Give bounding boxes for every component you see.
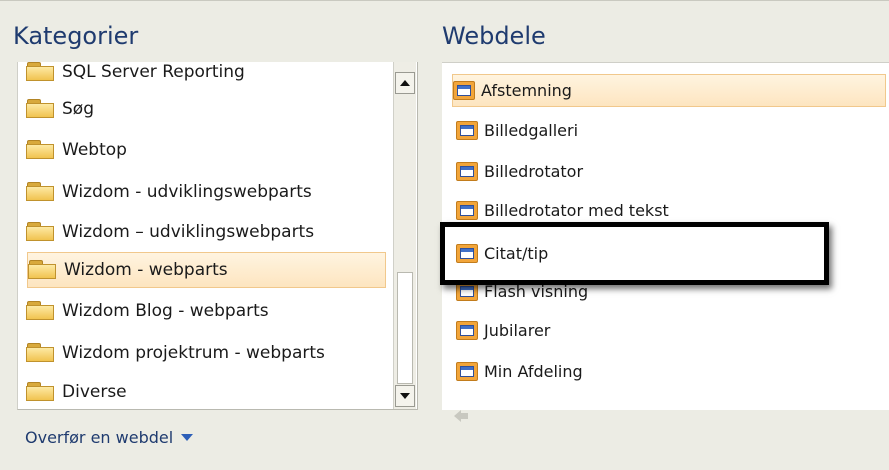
category-label: Wizdom Blog - webparts	[62, 301, 269, 321]
category-label: Søg	[62, 99, 94, 119]
webpart-item-afstemning[interactable]: Afstemning	[452, 74, 886, 107]
caret-down-icon	[181, 434, 194, 441]
webparts-title: Webdele	[442, 22, 546, 50]
folder-icon	[26, 301, 55, 321]
category-item-wizdom-udviklingswebparts-2[interactable]: Wizdom – udviklingswebparts	[26, 214, 382, 250]
category-item-diverse[interactable]: Diverse	[26, 374, 382, 409]
category-label: Wizdom – udviklingswebparts	[62, 222, 315, 242]
webpart-label: Afstemning	[481, 81, 572, 100]
folder-icon	[26, 140, 55, 160]
webpart-item-jubilarer[interactable]: Jubilarer	[456, 314, 886, 347]
arrow-down-icon	[400, 393, 410, 399]
scroll-up-button[interactable]	[395, 72, 415, 94]
webpart-icon	[453, 81, 475, 100]
categories-title: Kategorier	[13, 22, 139, 50]
category-label: SQL Server Reporting	[62, 62, 245, 82]
webpart-icon	[456, 362, 478, 381]
top-divider	[0, 0, 889, 1]
folder-icon	[28, 260, 57, 280]
category-label: Webtop	[62, 140, 127, 160]
webpart-label: Billedrotator med tekst	[484, 201, 669, 220]
arrow-up-icon	[400, 80, 410, 86]
webpart-label: Billedrotator	[484, 162, 584, 181]
webpart-icon	[456, 162, 478, 181]
transfer-webpart-label: Overfør en webdel	[25, 428, 174, 447]
webpart-icon	[456, 321, 478, 340]
categories-scrollbar[interactable]	[393, 62, 416, 409]
category-label: Wizdom - webparts	[64, 260, 228, 280]
folder-icon	[26, 382, 55, 402]
webpart-label: Billedgalleri	[484, 121, 579, 140]
scroll-thumb[interactable]	[397, 272, 413, 384]
webpart-label: Jubilarer	[484, 321, 551, 340]
categories-list[interactable]: SQL Server Reporting Søg Webtop Wizdom -…	[17, 62, 418, 410]
category-item-wizdom-udviklingswebparts-1[interactable]: Wizdom - udviklingswebparts	[26, 174, 382, 210]
transfer-webpart-link[interactable]: Overfør en webdel	[25, 428, 194, 447]
category-label: Diverse	[62, 382, 127, 402]
highlight-annotation-box	[440, 222, 829, 285]
category-item-sql-server-reporting[interactable]: SQL Server Reporting	[26, 62, 382, 90]
webpart-icon	[456, 121, 478, 140]
webpart-item-billedrotator[interactable]: Billedrotator	[456, 155, 886, 188]
category-item-wizdom-webparts[interactable]: Wizdom - webparts	[27, 252, 386, 288]
category-item-sog[interactable]: Søg	[26, 91, 382, 127]
folder-icon	[26, 62, 55, 82]
arrow-left-icon[interactable]	[453, 409, 469, 423]
webpart-icon	[456, 201, 478, 220]
category-label: Wizdom - udviklingswebparts	[62, 182, 312, 202]
folder-icon	[26, 99, 55, 119]
scroll-down-button[interactable]	[395, 385, 415, 407]
category-item-wizdom-blog-webparts[interactable]: Wizdom Blog - webparts	[26, 293, 382, 329]
folder-icon	[26, 222, 55, 242]
webpart-item-billedgalleri[interactable]: Billedgalleri	[456, 114, 886, 147]
folder-icon	[26, 343, 55, 363]
category-item-wizdom-projektrum-webparts[interactable]: Wizdom projektrum - webparts	[26, 335, 382, 371]
category-item-webtop[interactable]: Webtop	[26, 132, 382, 168]
webpart-label: Min Afdeling	[484, 362, 583, 381]
category-label: Wizdom projektrum - webparts	[62, 343, 325, 363]
webpart-item-min-afdeling[interactable]: Min Afdeling	[456, 355, 886, 388]
folder-icon	[26, 182, 55, 202]
